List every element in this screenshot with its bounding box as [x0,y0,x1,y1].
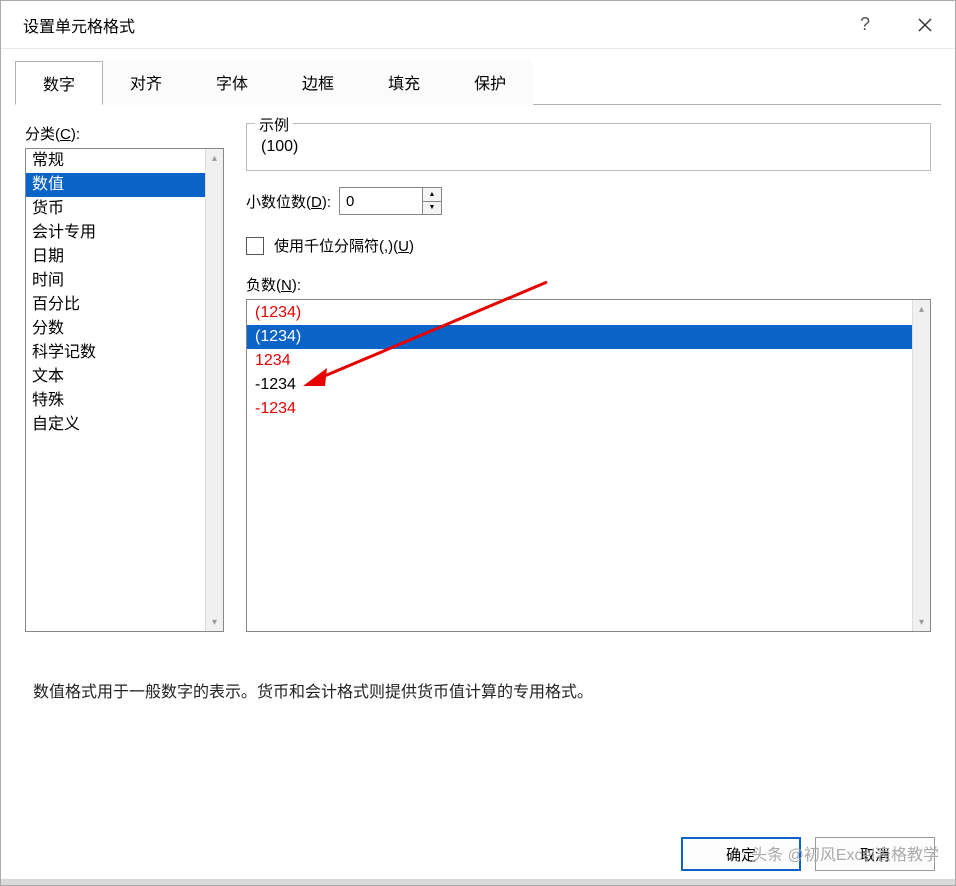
close-button[interactable] [895,1,955,49]
tab-font[interactable]: 字体 [189,61,275,105]
negative-item-1[interactable]: (1234) [247,325,912,349]
scroll-down-icon[interactable]: ▾ [206,613,223,631]
close-icon [918,18,932,32]
format-cells-dialog: 设置单元格格式 ? 数字 对齐 字体 边框 填充 保护 分类(C): 常规 数值… [0,0,956,886]
category-item-percentage[interactable]: 百分比 [26,293,205,317]
category-item-general[interactable]: 常规 [26,149,205,173]
category-item-date[interactable]: 日期 [26,245,205,269]
category-item-fraction[interactable]: 分数 [26,317,205,341]
spin-buttons: ▲ ▼ [422,188,441,214]
category-item-special[interactable]: 特殊 [26,389,205,413]
tab-protection[interactable]: 保护 [447,61,533,105]
decimal-input[interactable] [340,188,422,214]
sample-legend: 示例 [255,114,293,135]
dialog-title: 设置单元格格式 [23,13,835,37]
tab-number[interactable]: 数字 [15,61,103,105]
category-label: 分类(C): [25,123,224,144]
negative-item-4[interactable]: -1234 [247,397,912,421]
titlebar: 设置单元格格式 ? [1,1,955,49]
bottom-border [1,879,955,885]
tab-strip: 数字 对齐 字体 边框 填充 保护 [15,60,941,105]
tab-alignment[interactable]: 对齐 [103,61,189,105]
category-item-scientific[interactable]: 科学记数 [26,341,205,365]
cancel-button[interactable]: 取消 [815,837,935,871]
neg-scroll-track[interactable] [913,318,930,613]
category-item-time[interactable]: 时间 [26,269,205,293]
tabs-container: 数字 对齐 字体 边框 填充 保护 [15,60,941,105]
settings-column: 示例 (100) 小数位数(D): ▲ ▼ 使用千位分隔符(, [246,123,931,632]
category-item-currency[interactable]: 货币 [26,197,205,221]
negative-item-2[interactable]: 1234 [247,349,912,373]
category-listbox[interactable]: 常规 数值 货币 会计专用 日期 时间 百分比 分数 科学记数 文本 特殊 自定… [25,148,224,632]
spin-down-button[interactable]: ▼ [423,202,441,215]
category-item-accounting[interactable]: 会计专用 [26,221,205,245]
thousands-label: 使用千位分隔符(,)(U) [274,235,414,256]
decimal-label: 小数位数(D): [246,191,331,212]
category-item-number[interactable]: 数值 [26,173,205,197]
decimal-row: 小数位数(D): ▲ ▼ [246,187,931,215]
negative-label: 负数(N): [246,274,931,295]
dialog-footer: 确定 取消 头条 @初风Excel表格教学 [681,837,935,871]
sample-value: (100) [259,138,918,156]
scroll-up-icon[interactable]: ▴ [206,149,223,167]
tab-border[interactable]: 边框 [275,61,361,105]
negative-items: (1234) (1234) 1234 -1234 -1234 [247,300,912,631]
negative-listbox[interactable]: (1234) (1234) 1234 -1234 -1234 ▴ ▾ [246,299,931,632]
category-column: 分类(C): 常规 数值 货币 会计专用 日期 时间 百分比 分数 科学记数 文… [25,123,224,632]
tab-content: 分类(C): 常规 数值 货币 会计专用 日期 时间 百分比 分数 科学记数 文… [1,105,955,632]
neg-scroll-down-icon[interactable]: ▾ [913,613,930,631]
category-items: 常规 数值 货币 会计专用 日期 时间 百分比 分数 科学记数 文本 特殊 自定… [26,149,205,631]
thousands-checkbox[interactable] [246,237,264,255]
neg-scroll-up-icon[interactable]: ▴ [913,300,930,318]
sample-fieldset: 示例 (100) [246,123,931,171]
category-item-custom[interactable]: 自定义 [26,413,205,437]
scroll-track[interactable] [206,167,223,613]
format-description: 数值格式用于一般数字的表示。货币和会计格式则提供货币值计算的专用格式。 [1,632,955,702]
ok-button[interactable]: 确定 [681,837,801,871]
category-scrollbar[interactable]: ▴ ▾ [205,149,223,631]
category-item-text[interactable]: 文本 [26,365,205,389]
spin-up-button[interactable]: ▲ [423,188,441,202]
negative-item-3[interactable]: -1234 [247,373,912,397]
tab-fill[interactable]: 填充 [361,61,447,105]
decimal-spinbox[interactable]: ▲ ▼ [339,187,442,215]
thousands-row: 使用千位分隔符(,)(U) [246,235,931,256]
negative-item-0[interactable]: (1234) [247,301,912,325]
negative-scrollbar[interactable]: ▴ ▾ [912,300,930,631]
help-button[interactable]: ? [835,1,895,49]
